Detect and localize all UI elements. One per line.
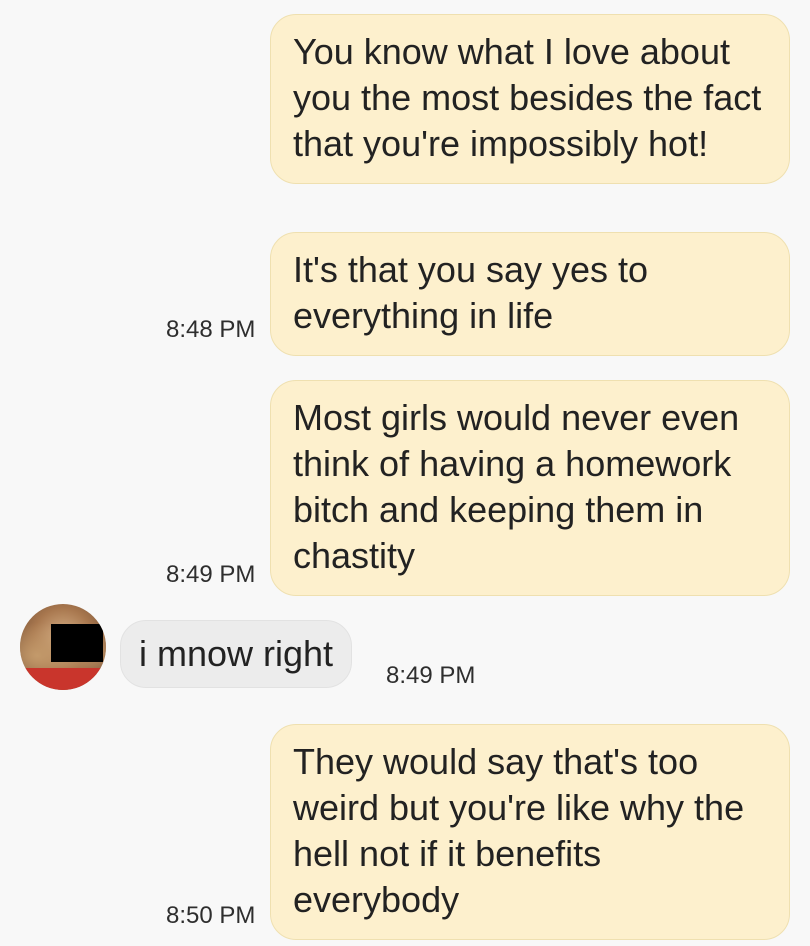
message-text: They would say that's too weird but you'… bbox=[293, 741, 745, 920]
message-text: You know what I love about you the most … bbox=[293, 31, 762, 164]
sent-message-bubble[interactable]: Most girls would never even think of hav… bbox=[270, 380, 790, 596]
message-text: Most girls would never even think of hav… bbox=[293, 397, 740, 576]
message-timestamp: 8:49 PM bbox=[386, 662, 476, 689]
message-timestamp: 8:50 PM bbox=[166, 902, 256, 929]
sent-message-bubble[interactable]: It's that you say yes to everything in l… bbox=[270, 232, 790, 356]
contact-avatar[interactable] bbox=[20, 604, 106, 690]
message-text: It's that you say yes to everything in l… bbox=[293, 249, 649, 336]
sent-message-bubble[interactable]: You know what I love about you the most … bbox=[270, 14, 790, 184]
sent-message-bubble[interactable]: They would say that's too weird but you'… bbox=[270, 724, 790, 940]
message-text: i mnow right bbox=[139, 633, 334, 674]
message-timestamp: 8:49 PM bbox=[166, 561, 256, 588]
censor-bar bbox=[51, 624, 103, 662]
received-message-bubble[interactable]: i mnow right bbox=[120, 620, 353, 688]
message-timestamp: 8:48 PM bbox=[166, 316, 256, 343]
